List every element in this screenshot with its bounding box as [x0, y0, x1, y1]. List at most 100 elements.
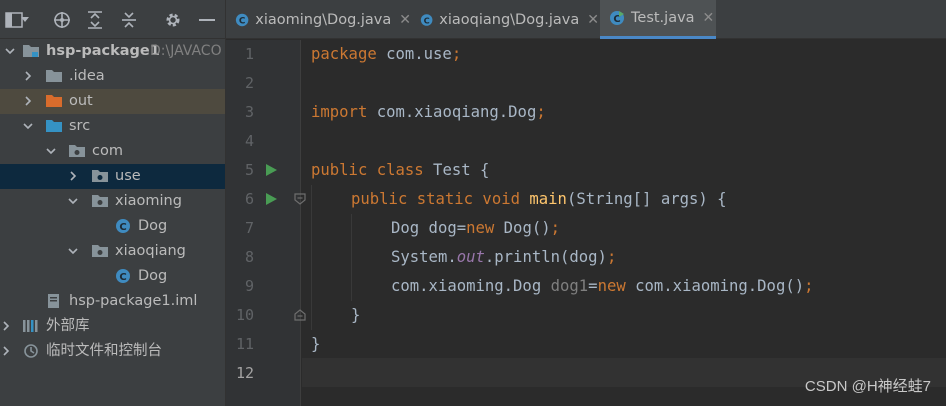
tree-item-label: com: [92, 143, 123, 159]
tab-xiaoqiang-dog[interactable]: C xiaoqiang\Dog.java ✕: [411, 0, 599, 39]
excluded-folder-icon: [46, 95, 62, 107]
package-icon: [92, 245, 108, 257]
class-icon: C: [420, 13, 433, 26]
chevron-down-icon[interactable]: [67, 245, 79, 257]
tree-item-com[interactable]: com: [0, 139, 225, 164]
tree-item-label: src: [69, 118, 91, 134]
line-number: 8: [244, 248, 254, 266]
chevron-right-icon[interactable]: [0, 345, 12, 357]
indent-guide: [311, 185, 312, 330]
class-icon: C: [116, 219, 130, 233]
gear-icon[interactable]: [163, 10, 183, 30]
line-number: 5: [244, 161, 254, 179]
line-number: 6: [244, 190, 254, 208]
code-line-9: com.xiaoming.Dog dog1=new com.xiaoming.D…: [391, 277, 814, 295]
locate-icon[interactable]: [52, 10, 72, 30]
chevron-down-icon[interactable]: [22, 120, 34, 132]
tab-xiaoming-dog[interactable]: C xiaoming\Dog.java ✕: [226, 0, 411, 39]
package-icon: [92, 170, 108, 182]
tab-label: xiaoming\Dog.java: [255, 11, 392, 28]
chevron-down-icon[interactable]: [45, 145, 57, 157]
tab-label: Test.java: [631, 10, 695, 26]
tree-item-src[interactable]: src: [0, 114, 225, 139]
line-number: 2: [244, 74, 254, 92]
line-number: 7: [244, 219, 254, 237]
close-icon[interactable]: ✕: [399, 12, 411, 28]
editor-gutter: 1 2 3 4 5 6 7 8 9 10 11 12: [226, 40, 306, 406]
close-icon[interactable]: ✕: [703, 10, 715, 26]
svg-text:C: C: [424, 15, 430, 25]
tab-test[interactable]: C Test.java ✕: [600, 0, 716, 39]
fold-icon[interactable]: [294, 309, 306, 321]
svg-text:C: C: [119, 272, 126, 283]
line-number: 10: [235, 306, 254, 324]
line-number: 3: [244, 103, 254, 121]
close-icon[interactable]: ✕: [587, 12, 599, 28]
svg-text:C: C: [239, 16, 246, 26]
tree-item-label: out: [69, 93, 93, 109]
tree-item-dog-xiaoqiang[interactable]: C Dog: [0, 264, 225, 289]
chevron-down-icon[interactable]: [4, 45, 16, 57]
indent-guide: [351, 214, 352, 301]
tree-item-label: 临时文件和控制台: [46, 343, 162, 359]
project-panel: hsp-package1 D:\JAVACO .idea out src com…: [0, 0, 226, 406]
run-icon[interactable]: [264, 163, 278, 177]
tree-item-xiaoqiang[interactable]: xiaoqiang: [0, 239, 225, 264]
line-number: 4: [244, 132, 254, 150]
fold-icon[interactable]: [294, 193, 306, 205]
run-icon[interactable]: [264, 192, 278, 206]
tree-item-xiaoming[interactable]: xiaoming: [0, 189, 225, 214]
line-number: 1: [244, 45, 254, 63]
project-toolbar: [0, 0, 225, 39]
class-icon: C: [116, 269, 130, 283]
class-icon: C: [235, 13, 249, 26]
code-line-11: }: [311, 335, 321, 353]
tab-label: xiaoqiang\Dog.java: [439, 11, 580, 28]
library-icon: [23, 320, 38, 332]
scratch-icon: [24, 344, 38, 358]
line-number: 9: [244, 277, 254, 295]
tree-item-external-libraries[interactable]: 外部库: [0, 314, 225, 339]
tree-item-label: hsp-package1: [46, 43, 160, 59]
module-file-icon: [48, 294, 59, 308]
minimize-icon[interactable]: [197, 10, 217, 30]
chevron-right-icon[interactable]: [0, 320, 12, 332]
tree-item-label: use: [115, 168, 141, 184]
tree-item-root[interactable]: hsp-package1 D:\JAVACO: [0, 39, 225, 64]
runnable-class-icon: C: [610, 11, 624, 25]
tree-item-label: xiaoming: [115, 193, 182, 209]
code-line-8: System.out.println(dog);: [391, 248, 617, 266]
tree-item-label: 外部库: [46, 318, 90, 334]
module-folder-icon: [23, 45, 39, 57]
tree-item-label: Dog: [138, 218, 168, 234]
collapse-all-icon[interactable]: [119, 10, 139, 30]
chevron-down-icon[interactable]: [67, 195, 79, 207]
tree-item-iml[interactable]: hsp-package1.iml: [0, 289, 225, 314]
chevron-right-icon[interactable]: [67, 170, 79, 182]
dropdown-icon[interactable]: [20, 10, 30, 30]
svg-text:C: C: [119, 222, 126, 233]
tree-item-label: hsp-package1.iml: [69, 293, 198, 309]
tree-item-dog-xiaoming[interactable]: C Dog: [0, 214, 225, 239]
project-path: D:\JAVACO: [150, 43, 222, 59]
tree-item-scratches[interactable]: 临时文件和控制台: [0, 339, 225, 364]
code-line-5: public class Test {: [311, 161, 490, 179]
package-icon: [92, 195, 108, 207]
code-line-7: Dog dog=new Dog();: [391, 219, 561, 237]
code-line-10: }: [351, 306, 361, 324]
chevron-right-icon[interactable]: [22, 95, 34, 107]
tree-item-idea[interactable]: .idea: [0, 64, 225, 89]
code-line-6: public static void main(String[] args) {: [351, 190, 727, 208]
code-line-3: import com.xiaoqiang.Dog;: [311, 103, 546, 121]
expand-all-icon[interactable]: [85, 10, 105, 30]
tree-item-use[interactable]: use: [0, 164, 225, 189]
tree-item-label: xiaoqiang: [115, 243, 186, 259]
code-editor[interactable]: 1 2 3 4 5 6 7 8 9 10 11 12 package com.u…: [226, 40, 946, 406]
watermark: CSDN @H神经蛙7: [804, 378, 931, 395]
chevron-right-icon[interactable]: [22, 70, 34, 82]
folder-icon: [46, 70, 62, 82]
line-number-current: 12: [235, 364, 254, 382]
tree-item-out[interactable]: out: [0, 89, 225, 114]
package-icon: [69, 145, 85, 157]
source-folder-icon: [46, 120, 62, 132]
